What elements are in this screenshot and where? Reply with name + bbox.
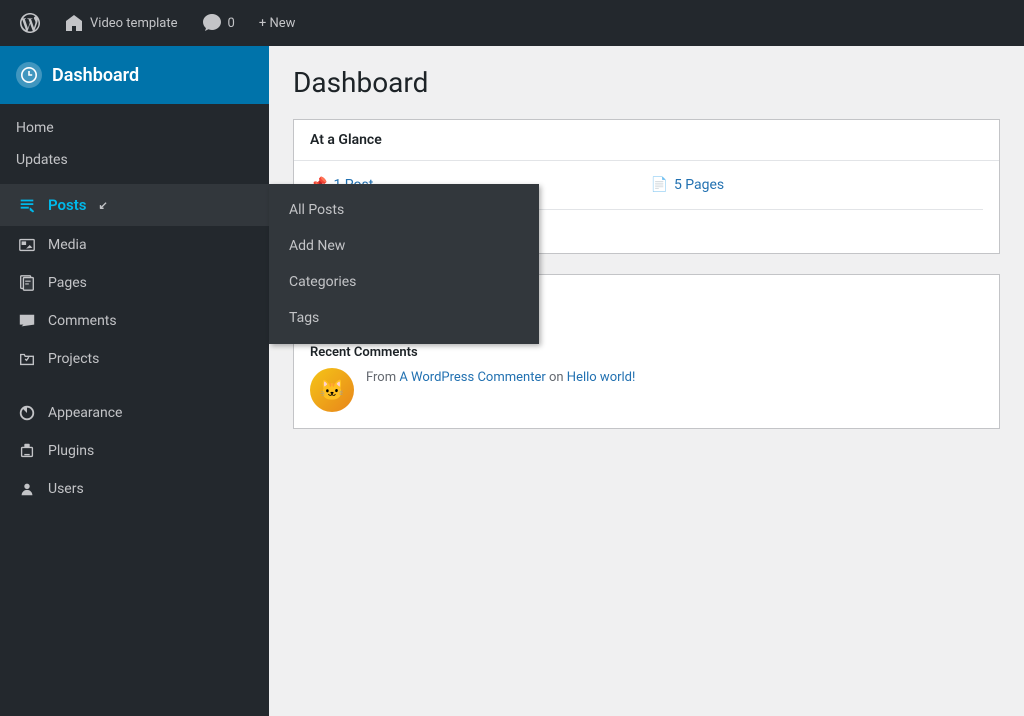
main-content: Dashboard At a Glance 📌 1 Post 📄 5 Pages…	[269, 46, 1024, 716]
plugins-label: Plugins	[48, 443, 94, 459]
sidebar-item-updates[interactable]: Updates	[0, 144, 269, 176]
pages-label: Pages	[48, 275, 87, 291]
sidebar-dashboard-label: Dashboard	[52, 65, 139, 86]
comments-button[interactable]: 0	[190, 0, 247, 46]
media-icon	[16, 234, 38, 256]
site-name-button[interactable]: Video template	[52, 0, 190, 46]
site-name-label: Video template	[90, 16, 178, 31]
flyout-add-new[interactable]: Add New	[269, 228, 539, 264]
comment-post-link[interactable]: Hello world!	[567, 370, 636, 385]
home-icon	[64, 13, 84, 33]
comments-sidebar-label: Comments	[48, 313, 117, 329]
glance-pages: 📄 5 Pages	[651, 177, 984, 193]
sidebar-item-appearance[interactable]: Appearance	[0, 394, 269, 432]
flyout-tags[interactable]: Tags	[269, 300, 539, 336]
recent-comments-header: Recent Comments	[310, 345, 983, 360]
pages-count-link[interactable]: 5 Pages	[674, 177, 724, 193]
sidebar-item-comments[interactable]: Comments	[0, 302, 269, 340]
sidebar-item-users[interactable]: Users	[0, 470, 269, 508]
flyout-all-posts[interactable]: All Posts	[269, 192, 539, 228]
pages-icon	[16, 272, 38, 294]
projects-icon	[16, 348, 38, 370]
dashboard-icon	[16, 62, 42, 88]
sidebar-item-pages[interactable]: Pages	[0, 264, 269, 302]
dashboard-section: Home Updates	[0, 104, 269, 184]
admin-bar: Video template 0 + New	[0, 0, 1024, 46]
wp-logo-icon	[20, 13, 40, 33]
appearance-icon	[16, 402, 38, 424]
users-label: Users	[48, 481, 84, 497]
comments-count: 0	[228, 16, 235, 31]
flyout-categories[interactable]: Categories	[269, 264, 539, 300]
sidebar-item-projects[interactable]: Projects	[0, 340, 269, 378]
posts-flyout-menu: All Posts Add New Categories Tags	[269, 184, 539, 344]
media-label: Media	[48, 237, 87, 253]
pages-glance-icon: 📄	[651, 177, 668, 193]
recent-comments-section: Recent Comments 🐱 From A WordPress Comme…	[310, 345, 983, 412]
sidebar-item-media[interactable]: Media	[0, 226, 269, 264]
commenter-link[interactable]: A WordPress Commenter	[399, 370, 545, 385]
sidebar-item-home[interactable]: Home	[0, 112, 269, 144]
appearance-label: Appearance	[48, 405, 122, 421]
sidebar-item-plugins[interactable]: Plugins	[0, 432, 269, 470]
updates-label: Updates	[16, 152, 68, 168]
at-a-glance-header: At a Glance	[294, 120, 999, 161]
posts-icon	[16, 194, 38, 216]
comment-on-label: on	[546, 370, 567, 385]
plugins-icon	[16, 440, 38, 462]
projects-label: Projects	[48, 351, 99, 367]
page-title: Dashboard	[293, 66, 1000, 99]
comment-from-label: From	[366, 370, 399, 385]
new-label: + New	[259, 16, 296, 31]
posts-container: Posts ↙ All Posts Add New Categories Tag…	[0, 184, 269, 226]
comment-text: From A WordPress Commenter on Hello worl…	[366, 368, 635, 388]
admin-sidebar: Dashboard Home Updates Posts	[0, 46, 269, 716]
comments-sidebar-icon	[16, 310, 38, 332]
comment-item: 🐱 From A WordPress Commenter on Hello wo…	[310, 368, 983, 412]
new-content-button[interactable]: + New	[247, 0, 308, 46]
posts-label: Posts	[48, 196, 86, 214]
home-label: Home	[16, 120, 54, 136]
users-icon	[16, 478, 38, 500]
cursor-indicator: ↙	[98, 199, 107, 212]
wp-logo-button[interactable]	[8, 0, 52, 46]
wp-layout: Dashboard Home Updates Posts	[0, 0, 1024, 716]
comment-avatar: 🐱	[310, 368, 354, 412]
sidebar-item-posts[interactable]: Posts ↙	[0, 184, 269, 226]
comments-icon	[202, 13, 222, 33]
sidebar-dashboard-header[interactable]: Dashboard	[0, 46, 269, 104]
